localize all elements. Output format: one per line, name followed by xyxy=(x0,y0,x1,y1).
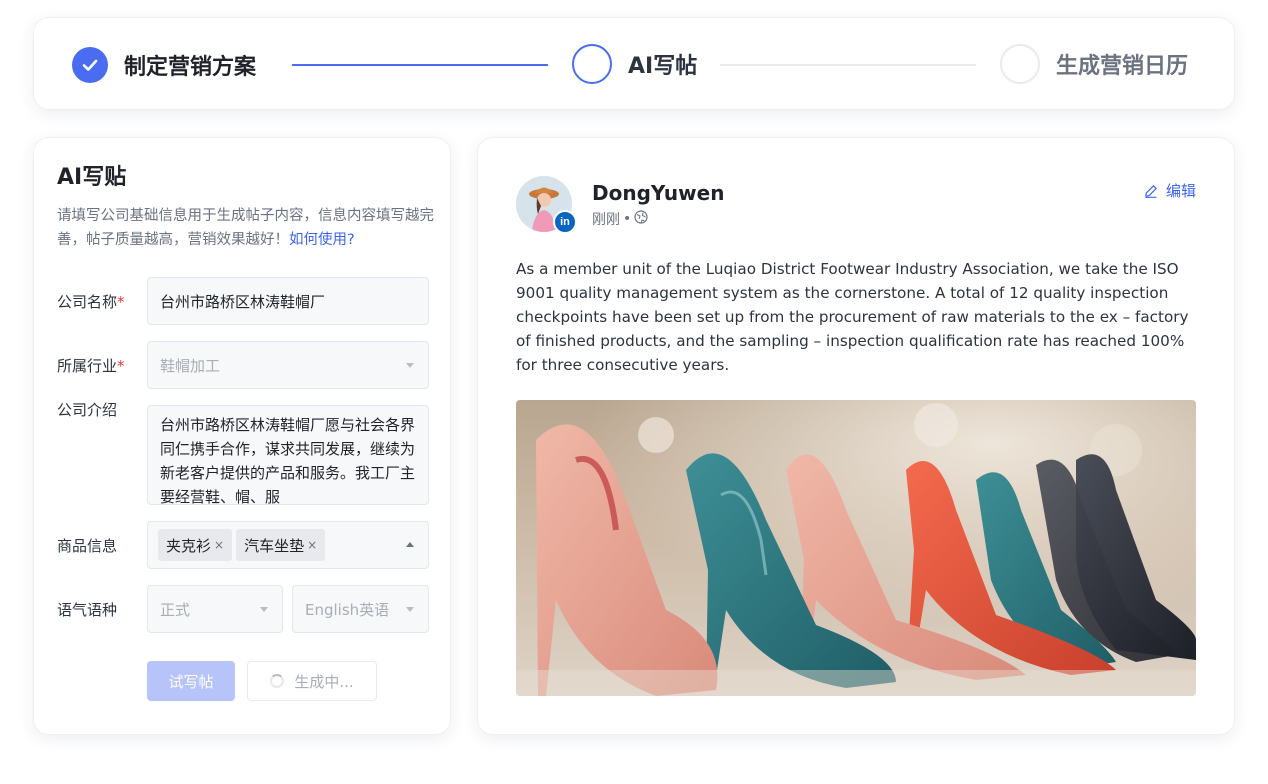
form-description: 请填写公司基础信息用于生成帖子内容，信息内容填写越完善，帖子质量越高，营销效果越… xyxy=(57,204,437,252)
intro-textarea[interactable]: 台州市路桥区林涛鞋帽厂愿与社会各界同仁携手合作，谋求共同发展，继续为新老客户提供… xyxy=(147,405,429,505)
industry-label-text: 所属行业 xyxy=(57,357,118,375)
chevron-down-icon xyxy=(406,607,414,612)
post-meta: 刚刚 • xyxy=(592,209,648,229)
step-3-circle-icon xyxy=(1000,44,1040,84)
post-image xyxy=(516,400,1196,696)
chevron-down-icon xyxy=(260,607,268,612)
linkedin-icon: in xyxy=(553,210,577,234)
edit-label: 编辑 xyxy=(1165,182,1196,200)
chevron-up-icon xyxy=(406,542,414,547)
ai-post-form: AI写贴 请填写公司基础信息用于生成帖子内容，信息内容填写越完善，帖子质量越高，… xyxy=(33,137,451,735)
step-3: 生成营销日历 xyxy=(1000,43,1188,85)
company-name-label: 公司名称* xyxy=(57,291,125,312)
step-2-label: AI写帖 xyxy=(628,54,698,79)
step-connector-complete xyxy=(292,64,548,66)
pencil-icon xyxy=(1144,184,1158,198)
products-select[interactable]: 夹克衫 × 汽车坐垫 × xyxy=(147,521,429,569)
tone-value: 正式 xyxy=(160,600,191,619)
help-link[interactable]: 如何使用? xyxy=(289,232,355,248)
chevron-down-icon xyxy=(406,363,414,368)
step-3-label: 生成营销日历 xyxy=(1056,54,1189,79)
form-title: AI写贴 xyxy=(57,165,127,190)
author-name: DongYuwen xyxy=(592,181,725,205)
required-mark: * xyxy=(117,357,125,375)
try-write-button[interactable]: 试写帖 xyxy=(147,661,235,701)
step-2: AI写帖 xyxy=(572,43,697,85)
company-name-label-text: 公司名称 xyxy=(57,293,118,311)
industry-label: 所属行业* xyxy=(57,355,125,376)
step-2-circle-icon xyxy=(572,44,612,84)
product-tag-label: 汽车坐垫 xyxy=(244,536,305,555)
product-tag: 汽车坐垫 × xyxy=(236,529,326,561)
products-label: 商品信息 xyxy=(57,537,118,555)
language-select[interactable]: English英语 xyxy=(292,585,429,633)
form-description-text: 请填写公司基础信息用于生成帖子内容，信息内容填写越完善，帖子质量越高，营销效果越… xyxy=(57,208,434,248)
tone-language-label: 语气语种 xyxy=(57,601,118,619)
check-circle-icon xyxy=(72,47,108,83)
company-name-value: 台州市路桥区林涛鞋帽厂 xyxy=(160,292,326,311)
generating-button[interactable]: 生成中... xyxy=(247,661,377,701)
progress-stepper: 制定营销方案 AI写帖 生成营销日历 xyxy=(33,17,1235,110)
product-tag: 夹克衫 × xyxy=(158,529,233,561)
post-text: As a member unit of the Luqiao District … xyxy=(516,260,1189,374)
edit-button[interactable]: 编辑 xyxy=(1144,180,1196,201)
language-value: English英语 xyxy=(305,600,390,619)
step-connector-pending xyxy=(720,64,976,66)
industry-placeholder: 鞋帽加工 xyxy=(160,356,221,375)
tone-select[interactable]: 正式 xyxy=(147,585,283,633)
meta-separator: • xyxy=(623,211,632,227)
post-time: 刚刚 xyxy=(592,212,620,228)
close-icon[interactable]: × xyxy=(214,538,224,552)
step-1-label: 制定营销方案 xyxy=(124,55,257,80)
loading-spinner-icon xyxy=(270,674,285,688)
post-preview: in DongYuwen 刚刚 • 编辑 As a member unit of… xyxy=(477,137,1235,735)
company-name-input[interactable]: 台州市路桥区林涛鞋帽厂 xyxy=(147,277,429,325)
step-1: 制定营销方案 xyxy=(72,44,256,86)
close-icon[interactable]: × xyxy=(307,538,317,552)
globe-icon xyxy=(634,210,648,228)
required-mark: * xyxy=(117,293,125,311)
intro-label: 公司介绍 xyxy=(57,401,118,419)
generating-label: 生成中... xyxy=(294,672,354,691)
product-tag-label: 夹克衫 xyxy=(166,536,212,555)
industry-select[interactable]: 鞋帽加工 xyxy=(147,341,429,389)
